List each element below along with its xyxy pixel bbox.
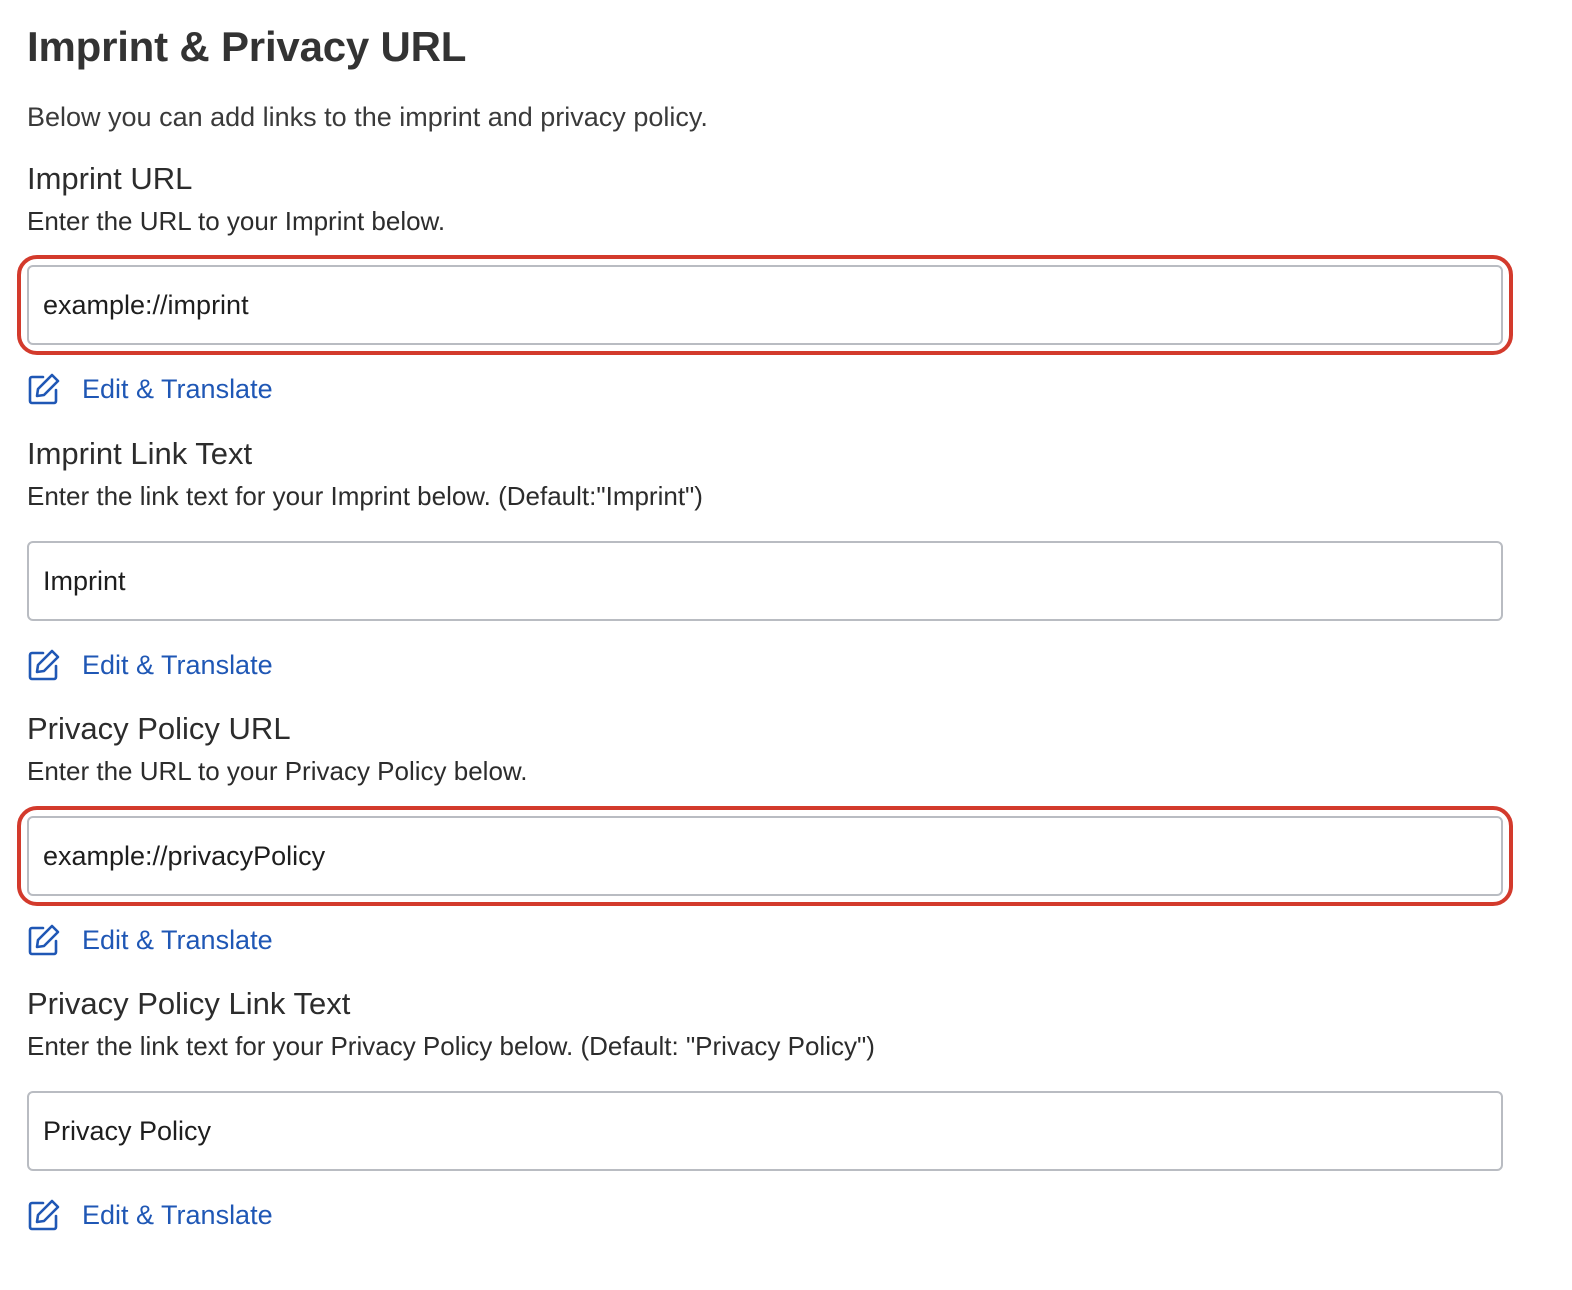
privacy-policy-url-edit-translate-link[interactable]: Edit & Translate	[27, 920, 273, 960]
page-title: Imprint & Privacy URL	[27, 23, 467, 70]
edit-translate-label: Edit & Translate	[82, 925, 273, 955]
edit-translate-label: Edit & Translate	[82, 650, 273, 680]
section-title: Privacy Policy URL	[27, 711, 291, 746]
imprint-url-input[interactable]	[27, 265, 1503, 345]
imprint-url-edit-translate-link[interactable]: Edit & Translate	[27, 369, 273, 409]
page-intro: Below you can add links to the imprint a…	[27, 102, 708, 132]
imprint-link-text-input[interactable]	[27, 541, 1503, 621]
imprint-url-section: Imprint URL Enter the URL to your Imprin…	[17, 160, 1513, 405]
privacy-policy-url-section: Privacy Policy URL Enter the URL to your…	[17, 710, 1513, 956]
privacy-policy-link-text-input[interactable]	[27, 1091, 1503, 1171]
section-description: Enter the URL to your Imprint below.	[27, 206, 446, 236]
edit-icon	[28, 373, 60, 405]
settings-page: Imprint & Privacy URL Below you can add …	[0, 0, 1572, 1290]
imprint-link-text-edit-translate-link[interactable]: Edit & Translate	[27, 645, 273, 685]
privacy-policy-link-text-section: Privacy Policy Link Text Enter the link …	[27, 985, 1503, 1231]
privacy-policy-url-input[interactable]	[27, 816, 1503, 896]
edit-icon	[28, 1199, 60, 1231]
edit-icon	[28, 924, 60, 956]
imprint-link-text-field-wrap	[27, 541, 1503, 621]
privacy-policy-link-text-field-wrap	[27, 1091, 1503, 1171]
edit-translate-label: Edit & Translate	[82, 374, 273, 404]
section-description: Enter the link text for your Privacy Pol…	[27, 1031, 875, 1061]
section-title: Imprint URL	[27, 161, 193, 196]
section-title: Privacy Policy Link Text	[27, 986, 351, 1021]
imprint-url-field-wrap	[17, 255, 1513, 355]
privacy-policy-url-field-wrap	[17, 806, 1513, 906]
edit-translate-label: Edit & Translate	[82, 1200, 273, 1230]
edit-icon	[28, 649, 60, 681]
section-description: Enter the link text for your Imprint bel…	[27, 481, 703, 511]
section-title: Imprint Link Text	[27, 436, 253, 471]
privacy-policy-link-text-edit-translate-link[interactable]: Edit & Translate	[27, 1195, 273, 1235]
section-description: Enter the URL to your Privacy Policy bel…	[27, 756, 528, 786]
imprint-link-text-section: Imprint Link Text Enter the link text fo…	[27, 435, 1503, 681]
